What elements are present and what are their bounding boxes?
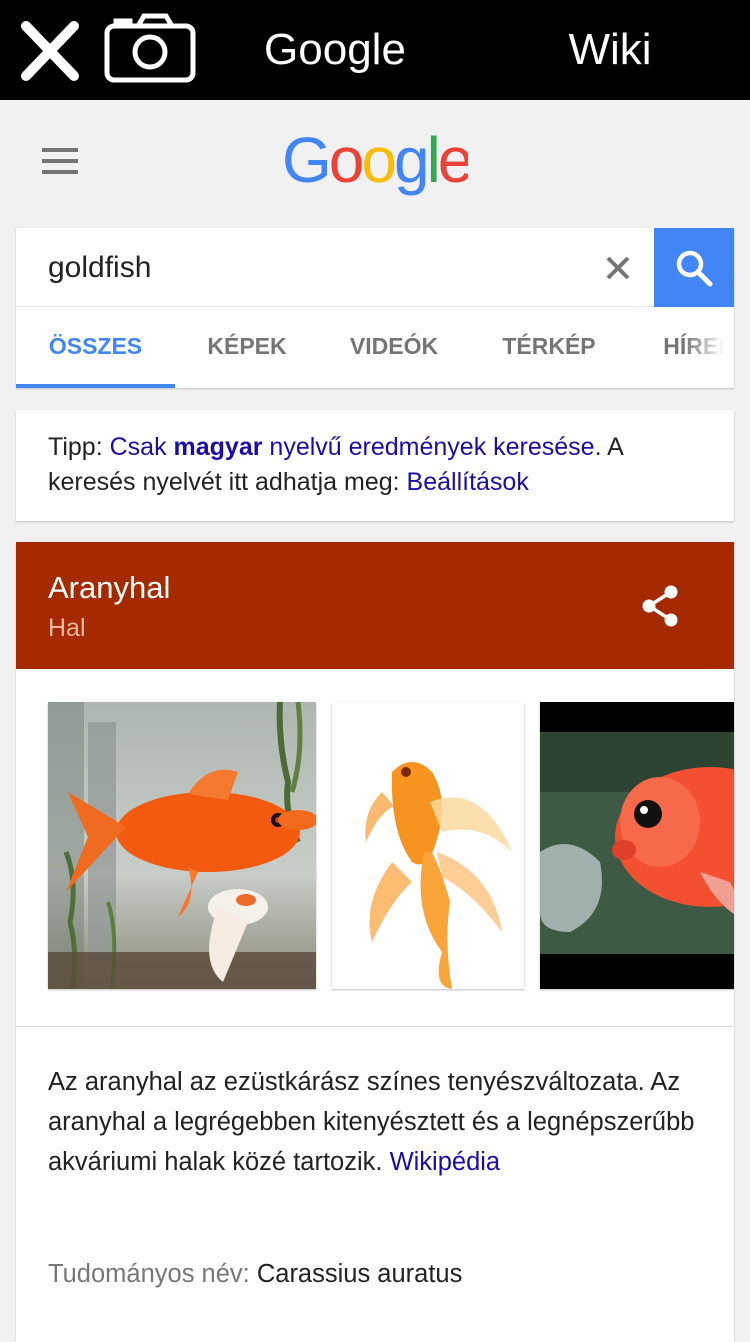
clear-search-button[interactable] bbox=[598, 248, 638, 288]
search-input[interactable]: goldfish bbox=[48, 228, 588, 306]
wiki-button[interactable]: Wiki bbox=[540, 22, 680, 78]
camera-icon bbox=[104, 13, 196, 83]
logo-letter: o bbox=[329, 126, 362, 196]
logo-letter: l bbox=[427, 126, 438, 196]
search-button[interactable] bbox=[654, 228, 734, 307]
share-icon bbox=[642, 585, 678, 627]
entity-subtitle: Hal bbox=[48, 614, 86, 642]
logo-letter: g bbox=[394, 126, 427, 196]
fact-value[interactable]: Carassius auratus bbox=[257, 1260, 463, 1288]
entity-description: Az aranyhal az ezüstkárász színes tenyés… bbox=[48, 1062, 718, 1182]
top-bar: Google Wiki bbox=[0, 0, 750, 100]
description-text: Az aranyhal az ezüstkárász színes tenyés… bbox=[48, 1068, 695, 1176]
goldfish-image-3[interactable] bbox=[540, 702, 734, 989]
knowledge-panel: Aranyhal Hal Az aranyhal az ezüstkárász … bbox=[16, 542, 734, 1342]
search-card: goldfish ÖSSZES KÉPEK VIDEÓK TÉRKÉP HÍRE… bbox=[16, 228, 734, 388]
wikipedia-link[interactable]: Wikipédia bbox=[390, 1148, 501, 1176]
fact-label: Tudományos név: bbox=[48, 1260, 250, 1288]
close-button[interactable] bbox=[18, 20, 82, 82]
search-tabs: ÖSSZES KÉPEK VIDEÓK TÉRKÉP HÍREK bbox=[16, 308, 734, 388]
hamburger-menu-icon[interactable] bbox=[40, 146, 80, 176]
tab-maps[interactable]: TÉRKÉP bbox=[469, 308, 629, 388]
share-button[interactable] bbox=[638, 584, 682, 628]
search-icon bbox=[676, 250, 713, 287]
svg-text:Google: Google bbox=[282, 126, 468, 196]
settings-link[interactable]: Beállítások bbox=[407, 468, 529, 496]
logo-letter: o bbox=[361, 126, 394, 196]
link-text: Csak bbox=[109, 433, 174, 461]
tip-text: Tipp: Csak magyar nyelvű eredmények kere… bbox=[48, 430, 708, 500]
close-icon bbox=[606, 256, 630, 280]
link-text: nyelvű eredmények keresése bbox=[262, 433, 595, 461]
google-header: Google bbox=[0, 100, 750, 228]
knowledge-panel-header: Aranyhal Hal bbox=[16, 542, 734, 669]
tab-all[interactable]: ÖSSZES bbox=[16, 308, 175, 388]
goldfish-image-2[interactable] bbox=[332, 702, 524, 989]
google-button[interactable]: Google bbox=[230, 22, 440, 78]
logo-letter: e bbox=[438, 126, 468, 196]
divider bbox=[16, 1026, 734, 1027]
hungarian-results-link[interactable]: Csak magyar nyelvű eredmények keresése bbox=[110, 433, 595, 461]
goldfish-image-1[interactable] bbox=[48, 702, 316, 989]
divider bbox=[16, 306, 654, 307]
image-carousel bbox=[16, 669, 734, 1025]
scientific-name-fact: Tudományos név: Carassius auratus bbox=[48, 1254, 462, 1294]
tab-images[interactable]: KÉPEK bbox=[175, 308, 319, 388]
tabs-fade bbox=[684, 308, 734, 388]
camera-button[interactable] bbox=[104, 12, 196, 84]
tip-prefix: Tipp: bbox=[48, 433, 110, 461]
google-logo[interactable]: Google bbox=[282, 126, 468, 202]
link-bold-text: magyar bbox=[173, 433, 263, 461]
logo-letter: G bbox=[282, 126, 329, 196]
language-tip-card: Tipp: Csak magyar nyelvű eredmények kere… bbox=[16, 410, 734, 521]
entity-title: Aranyhal bbox=[48, 570, 171, 605]
tab-videos[interactable]: VIDEÓK bbox=[319, 308, 469, 388]
active-tab-indicator bbox=[16, 384, 175, 388]
close-icon bbox=[21, 21, 79, 81]
